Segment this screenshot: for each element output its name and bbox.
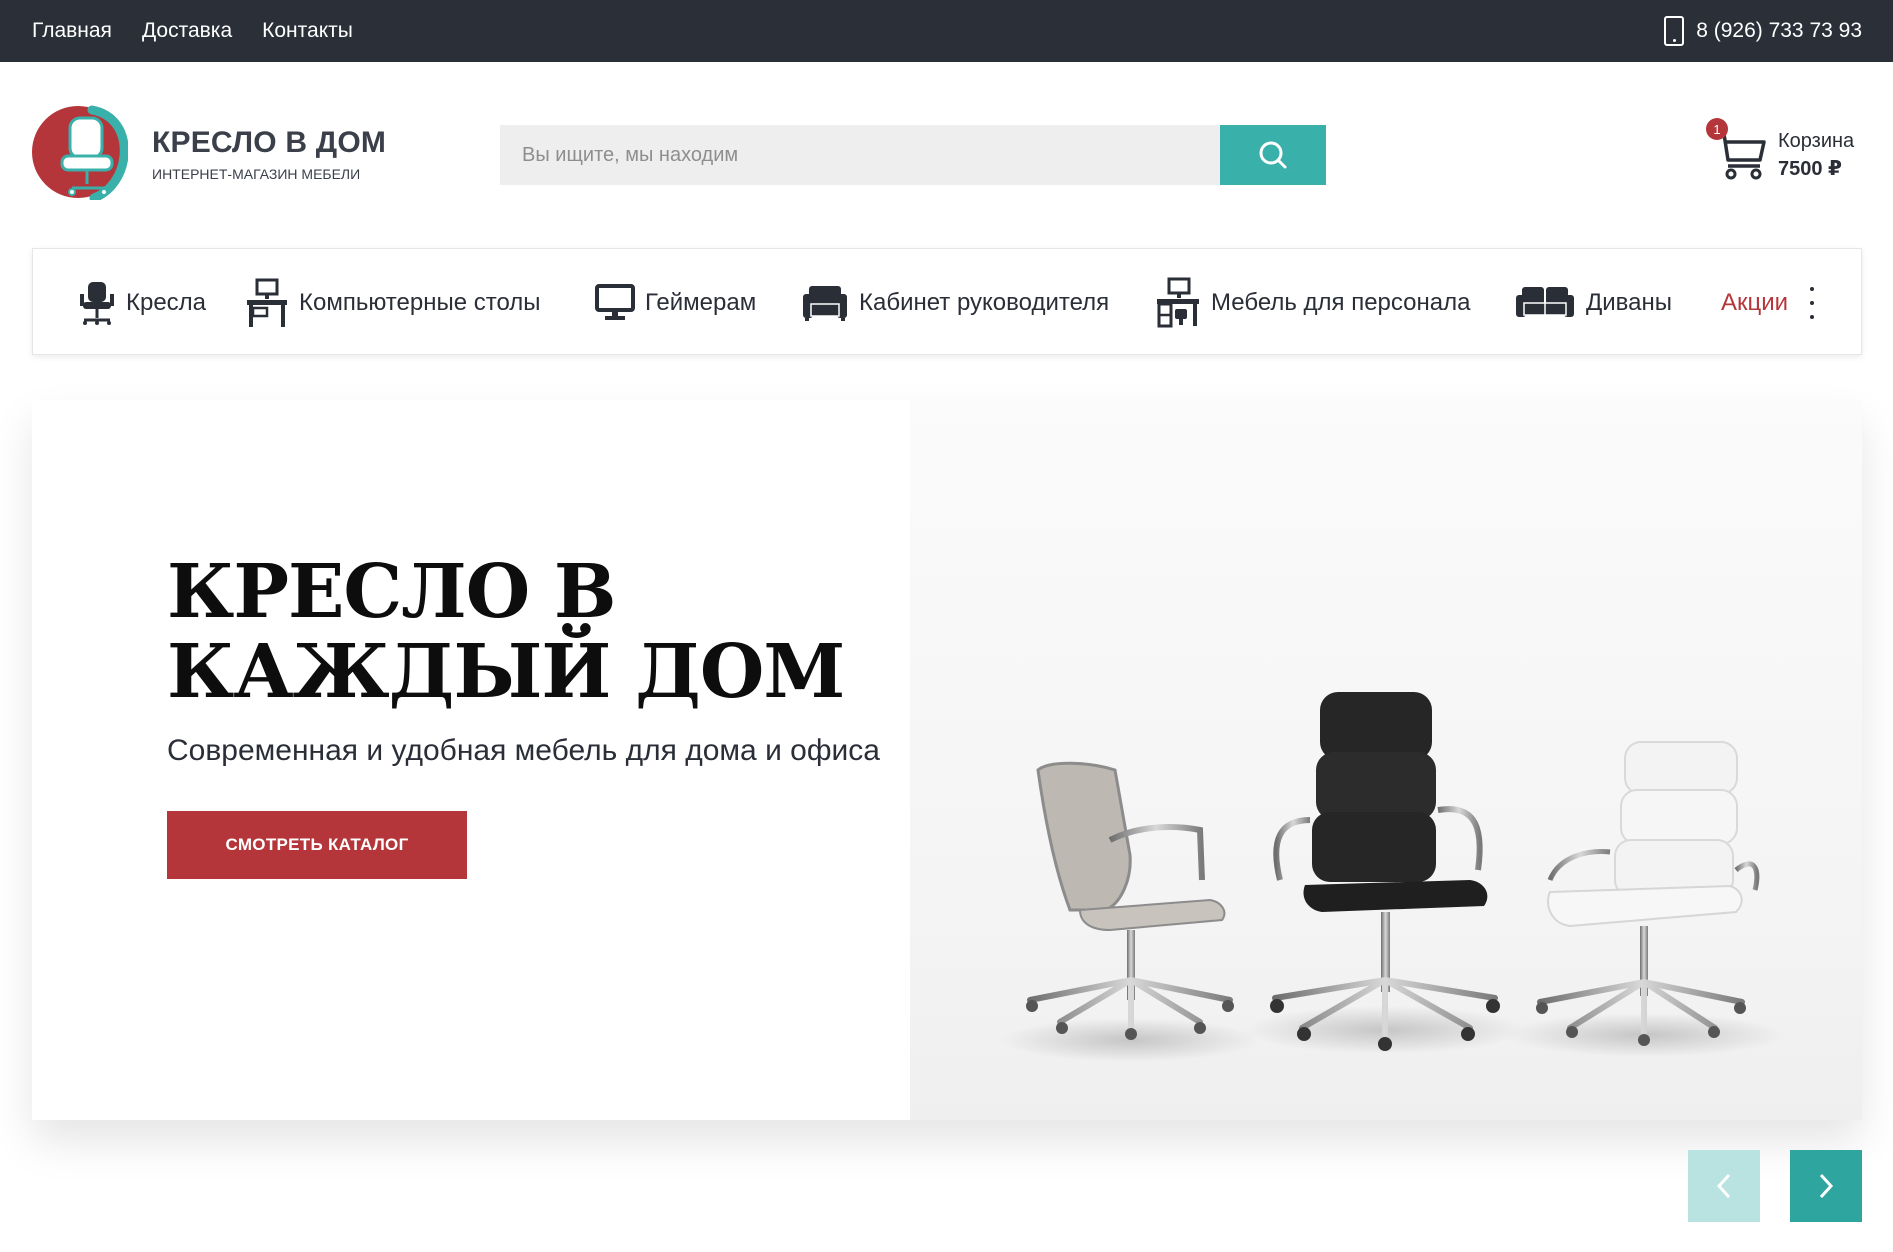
- category-label: Диваны: [1586, 288, 1672, 316]
- cart-count-badge: 1: [1706, 118, 1728, 140]
- cart-total: 7500 ₽: [1778, 158, 1842, 180]
- site-logo[interactable]: КРЕСЛО В ДОМ ИНТЕРНЕТ-МАГАЗИН МЕБЕЛИ: [32, 104, 392, 200]
- office-chair-icon: [80, 281, 114, 325]
- office-chairs-image: [1000, 692, 1785, 1062]
- category-label: Кресла: [126, 288, 207, 316]
- category-staff-furniture[interactable]: Мебель для персонала: [1155, 249, 1470, 356]
- category-sofas[interactable]: Диваны: [1514, 249, 1672, 356]
- logo-chair-icon: [32, 105, 128, 200]
- category-chairs[interactable]: Кресла: [78, 249, 206, 356]
- search-bar: [500, 125, 1326, 185]
- chevron-right-icon: [1819, 1173, 1834, 1199]
- hero-slide: КРЕСЛО В КАЖДЫЙ ДОМ Современная и удобна…: [32, 400, 1862, 1120]
- chevron-left-icon: [1716, 1173, 1731, 1199]
- search-button[interactable]: [1220, 125, 1326, 185]
- nav-link-contacts[interactable]: Контакты: [262, 19, 353, 43]
- cart[interactable]: 1 Корзина 7500 ₽: [1706, 118, 1864, 188]
- search-input[interactable]: [500, 125, 1220, 185]
- hero-title-line2: КАЖДЫЙ ДОМ: [167, 629, 845, 715]
- category-promotions[interactable]: Акции: [1721, 249, 1788, 356]
- phone-number: 8 (926) 733 73 93: [1696, 19, 1862, 42]
- category-label: Кабинет руководителя: [859, 288, 1110, 316]
- logo-subtitle: ИНТЕРНЕТ-МАГАЗИН МЕБЕЛИ: [152, 166, 361, 182]
- category-computer-desks[interactable]: Компьютерные столы: [245, 249, 541, 356]
- slider-next-button[interactable]: [1790, 1150, 1862, 1222]
- nav-link-home[interactable]: Главная: [32, 19, 112, 43]
- workstation-icon: [1157, 277, 1199, 327]
- search-icon: [1259, 141, 1287, 169]
- category-menu: Кресла Компьютерные столы Геймерам Кабин…: [32, 248, 1862, 355]
- cart-label: Корзина: [1778, 130, 1855, 152]
- category-label: Акции: [1721, 288, 1789, 316]
- view-catalog-button[interactable]: СМОТРЕТЬ КАТАЛОГ: [167, 811, 467, 879]
- slider-prev-button[interactable]: [1688, 1150, 1760, 1222]
- category-label: Геймерам: [645, 288, 757, 316]
- more-menu-icon[interactable]: [1807, 287, 1817, 319]
- nav-link-delivery[interactable]: Доставка: [142, 19, 232, 43]
- phone-icon: [1664, 16, 1685, 46]
- hero-image: [910, 400, 1862, 1120]
- hero-title-line1: КРЕСЛО В: [167, 549, 616, 635]
- monitor-icon: [595, 283, 635, 320]
- top-bar: Главная Доставка Контакты 8 (926) 733 73…: [0, 0, 1893, 62]
- category-label: Мебель для персонала: [1211, 288, 1471, 316]
- logo-title: КРЕСЛО В ДОМ: [152, 126, 387, 159]
- sofa-icon: [1516, 286, 1574, 317]
- armchair-icon: [803, 285, 847, 321]
- top-nav: Главная Доставка Контакты: [32, 0, 353, 62]
- category-label: Компьютерные столы: [299, 288, 541, 316]
- hero-subtitle: Современная и удобная мебель для дома и …: [167, 734, 880, 767]
- phone-contact[interactable]: 8 (926) 733 73 93: [1664, 0, 1862, 62]
- computer-desk-icon: [247, 278, 287, 327]
- category-executive-office[interactable]: Кабинет руководителя: [801, 249, 1109, 356]
- category-gamers[interactable]: Геймерам: [595, 249, 756, 356]
- hero-title: КРЕСЛО В КАЖДЫЙ ДОМ: [167, 552, 887, 712]
- hero-text-panel: КРЕСЛО В КАЖДЫЙ ДОМ Современная и удобна…: [32, 400, 910, 1120]
